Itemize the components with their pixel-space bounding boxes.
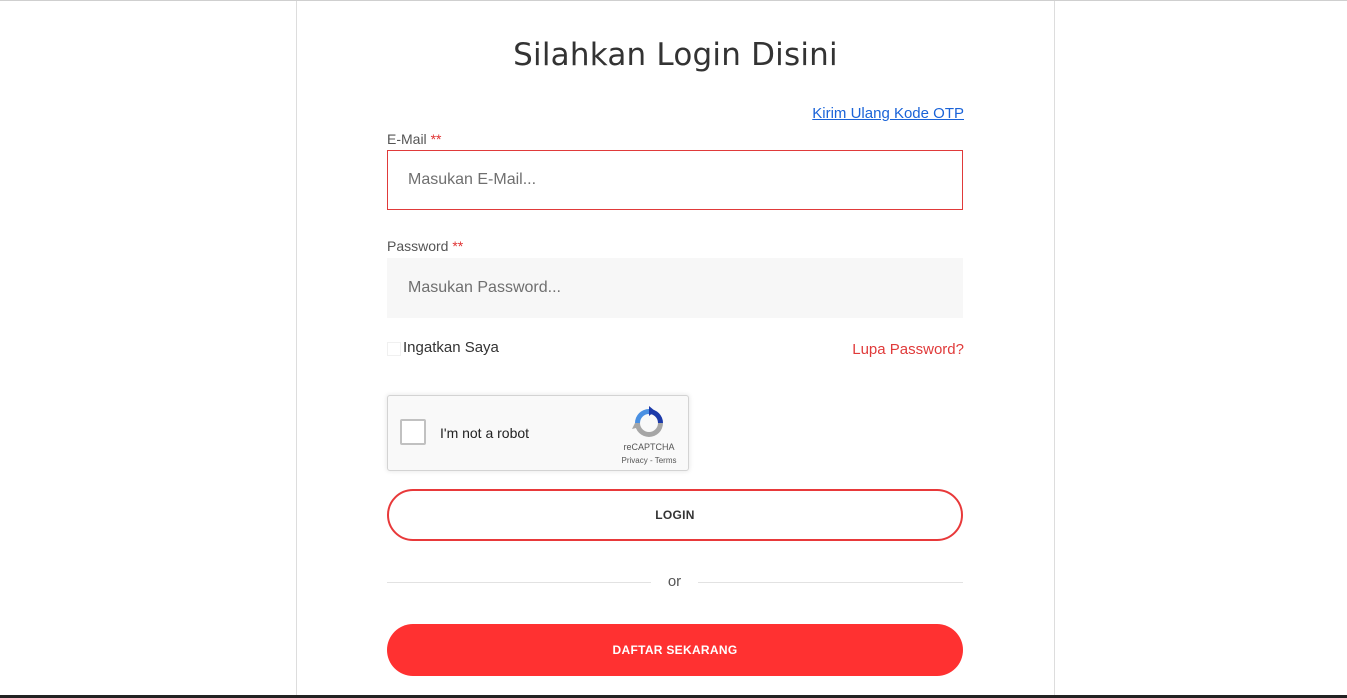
recaptcha-icon	[632, 406, 663, 437]
register-button[interactable]: DAFTAR SEKARANG	[387, 624, 963, 676]
remember-me-label: Ingatkan Saya	[403, 339, 499, 356]
login-button[interactable]: LOGIN	[387, 489, 963, 541]
recaptcha-label: I'm not a robot	[440, 425, 530, 441]
divider-or: or	[667, 573, 682, 590]
remember-me[interactable]: Ingatkan Saya	[387, 339, 499, 356]
password-field[interactable]	[387, 258, 963, 318]
recaptcha-privacy-terms[interactable]: Privacy - Terms	[610, 456, 688, 465]
recaptcha-checkbox[interactable]	[400, 419, 426, 445]
page-title: Silahkan Login Disini	[513, 37, 838, 73]
forgot-password-link[interactable]: Lupa Password?	[852, 341, 964, 358]
email-label-text: E-Mail	[387, 131, 427, 147]
recaptcha-widget: I'm not a robot reCAPTCHA Privacy - Term…	[387, 395, 689, 471]
email-required-mark: **	[430, 131, 442, 147]
password-label-text: Password	[387, 238, 449, 254]
divider-line-right	[698, 582, 963, 583]
divider-line-left	[387, 582, 651, 583]
password-label: Password **	[387, 238, 463, 254]
login-panel: Silahkan Login Disini Kirim Ulang Kode O…	[296, 1, 1055, 695]
remember-me-checkbox[interactable]	[387, 341, 401, 356]
recaptcha-brand: reCAPTCHA	[623, 442, 675, 452]
email-label: E-Mail **	[387, 131, 441, 147]
password-required-mark: **	[452, 238, 464, 254]
resend-otp-link[interactable]: Kirim Ulang Kode OTP	[812, 105, 964, 122]
email-field[interactable]	[387, 150, 963, 210]
